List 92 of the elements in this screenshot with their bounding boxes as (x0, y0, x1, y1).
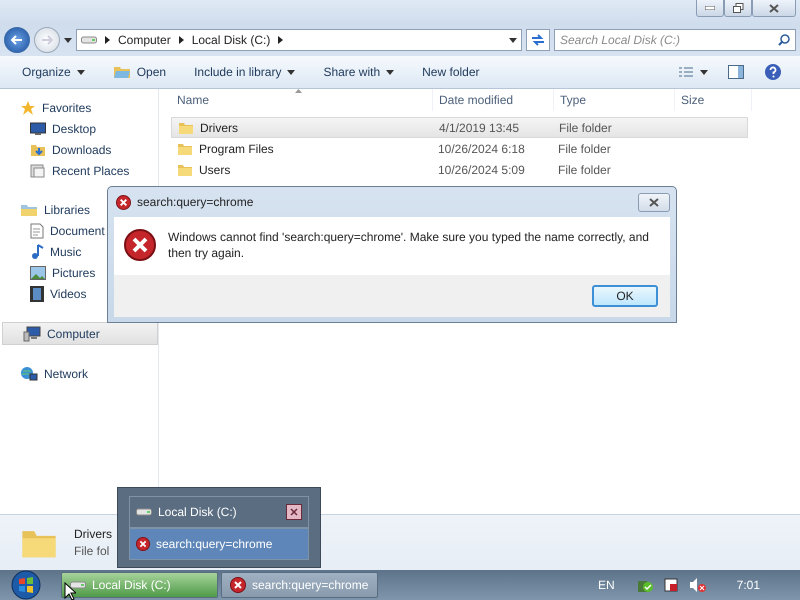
search-icon (778, 34, 790, 46)
close-icon (649, 198, 659, 206)
file-row[interactable]: Drivers 4/1/2019 13:45 File folder (171, 117, 748, 138)
back-arrow-icon (11, 35, 23, 45)
forward-arrow-icon (41, 35, 53, 45)
caret-icon (64, 38, 72, 42)
error-icon (116, 194, 131, 210)
clock[interactable]: 7:01 (736, 578, 760, 592)
error-icon (136, 537, 150, 551)
close-button[interactable] (752, 0, 796, 17)
sidebar-item[interactable]: Recent Places (0, 160, 158, 181)
mouse-cursor-icon (64, 582, 76, 600)
error-icon (124, 229, 156, 261)
table-cell-text: File folder (557, 142, 612, 156)
chevron-icon (178, 36, 184, 44)
close-button[interactable] (286, 504, 302, 520)
sidebar-item[interactable]: Pictures (0, 262, 158, 283)
table-cell: Drivers (172, 120, 433, 136)
table-cell: Users (171, 162, 432, 178)
table-cell-text: 10/26/2024 5:09 (437, 162, 526, 176)
film-icon (30, 286, 44, 302)
sidebar-item[interactable]: Computer (2, 322, 158, 345)
start-orb-icon (11, 570, 41, 600)
caret-icon (509, 38, 517, 42)
sidebar-item[interactable]: Music (0, 241, 158, 262)
caret-icon (76, 70, 85, 74)
document-icon (30, 222, 44, 238)
toolbar-button[interactable]: New folder (410, 62, 492, 82)
sidebar-item[interactable]: Videos (0, 283, 158, 304)
address-bar[interactable]: Computer Local Disk (C:) (76, 29, 522, 51)
details-type: File fol (74, 544, 110, 558)
sidebar-item[interactable]: Document (0, 220, 158, 241)
list-view-icon (678, 66, 694, 78)
drive-icon (136, 507, 152, 517)
window-preview-item[interactable]: search:query=chrome (129, 528, 309, 560)
search-field[interactable]: Search Local Disk (C:) (554, 29, 796, 51)
back-button[interactable] (4, 27, 30, 53)
window-preview-item[interactable]: Local Disk (C:) (129, 496, 309, 528)
close-button[interactable] (638, 192, 670, 212)
dialog-title: search:query=chrome (137, 195, 254, 209)
details-name: Drivers (74, 527, 112, 541)
toolbar-button[interactable]: Open (100, 62, 178, 82)
recent-places-icon (30, 162, 46, 178)
music-note-icon (30, 244, 44, 260)
caret-icon (386, 70, 394, 74)
table-cell-text: 4/1/2019 13:45 (438, 120, 520, 134)
restore-button[interactable] (724, 0, 752, 17)
speaker-muted-icon[interactable] (688, 577, 707, 593)
picture-icon (30, 266, 46, 280)
refresh-button[interactable] (526, 29, 550, 51)
help-icon (764, 63, 782, 81)
sidebar-item[interactable]: Favorites (0, 97, 158, 118)
refresh-icon (531, 34, 545, 46)
toolbar-button[interactable]: Include in library (182, 62, 308, 82)
caret-icon (700, 70, 708, 74)
column-header[interactable]: Size (675, 89, 752, 111)
toolbar-button[interactable]: Organize (10, 62, 97, 82)
breadcrumb[interactable]: Local Disk (C:) (192, 33, 270, 47)
ok-button[interactable]: OK (592, 285, 658, 307)
table-cell: Program Files (171, 140, 432, 156)
breadcrumb[interactable]: Computer (118, 33, 171, 47)
sidebar-item[interactable]: Downloads (0, 139, 158, 160)
network-status-icon[interactable] (662, 577, 679, 593)
file-row[interactable]: Program Files 10/26/2024 6:18 File folder (171, 138, 746, 159)
network-icon (20, 366, 38, 382)
chevron-icon (278, 36, 284, 44)
language-indicator[interactable]: EN (598, 578, 615, 592)
close-icon (290, 508, 298, 516)
pane-icon (728, 65, 744, 79)
column-header[interactable]: Type (554, 89, 675, 111)
table-cell-text: File folder (557, 162, 612, 176)
sidebar-item[interactable]: Desktop (0, 118, 158, 139)
table-cell-text: 10/26/2024 6:18 (437, 142, 526, 156)
error-icon (230, 577, 246, 593)
close-icon (769, 4, 779, 12)
minimize-button[interactable] (696, 0, 724, 17)
dialog-message: Windows cannot find 'search:query=chrome'. Make sure you typed the name correctly, and then try again. (168, 229, 650, 261)
star-icon (20, 100, 36, 116)
computer-icon (23, 326, 41, 342)
toolbar-button[interactable]: Share with (311, 62, 406, 82)
minimize-icon (705, 6, 715, 10)
sidebar-item[interactable]: Network (0, 363, 158, 384)
column-header[interactable]: Date modified (433, 89, 554, 111)
caret-icon (287, 70, 296, 74)
monitor-icon (30, 122, 46, 136)
folder-open-icon (112, 65, 131, 79)
file-row[interactable]: Users 10/26/2024 5:09 File folder (171, 159, 746, 180)
table-cell-text: File folder (558, 120, 613, 134)
drive-icon (70, 580, 86, 590)
chevron-icon (105, 36, 110, 44)
restore-icon (732, 3, 744, 13)
drive-icon (81, 35, 97, 45)
